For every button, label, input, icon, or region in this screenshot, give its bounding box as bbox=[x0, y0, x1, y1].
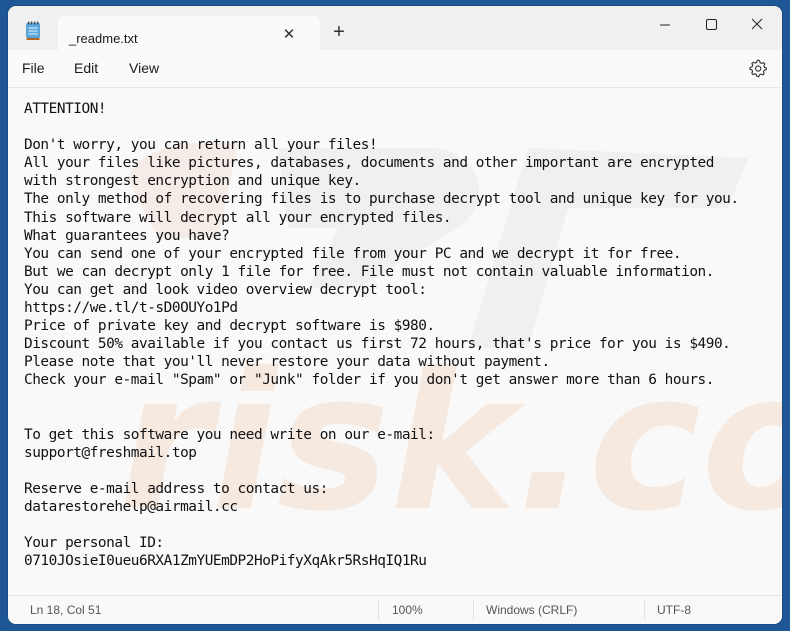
menu-edit[interactable]: Edit bbox=[74, 60, 98, 76]
line-ending[interactable]: Windows (CRLF) bbox=[486, 603, 577, 617]
status-divider bbox=[378, 600, 379, 620]
text-line: Price of private key and decrypt softwar… bbox=[24, 318, 435, 335]
zoom-level[interactable]: 100% bbox=[392, 603, 423, 617]
text-line: Discount 50% available if you contact us… bbox=[24, 336, 731, 353]
text-line: ATTENTION! bbox=[24, 101, 107, 117]
maximize-button[interactable] bbox=[688, 9, 734, 41]
menu-bar: File Edit View bbox=[8, 50, 782, 88]
document-text[interactable]: ATTENTION! Don't worry, you can return al… bbox=[24, 100, 739, 570]
text-line bbox=[24, 118, 739, 136]
close-icon bbox=[751, 18, 763, 30]
text-line: Please note that you'll never restore yo… bbox=[24, 354, 550, 371]
gear-icon[interactable] bbox=[748, 58, 768, 78]
title-bar[interactable]: _readme.txt ✕ + bbox=[8, 6, 782, 56]
close-window-button[interactable] bbox=[734, 9, 780, 41]
notepad-icon bbox=[26, 21, 40, 40]
text-editor[interactable]: risk.com ATTENTION!Don't worry, you can … bbox=[8, 88, 782, 595]
maximize-icon bbox=[706, 19, 717, 30]
text-line: This software will decrypt all your encr… bbox=[24, 209, 452, 226]
text-line: All your files like pictures, databases,… bbox=[24, 155, 714, 172]
status-divider bbox=[473, 600, 474, 620]
status-bar: Ln 18, Col 51 100% Windows (CRLF) UTF-8 bbox=[8, 595, 782, 624]
plus-icon: + bbox=[333, 21, 345, 43]
minimize-icon bbox=[660, 24, 670, 26]
text-line: Your personal ID: bbox=[24, 535, 164, 552]
text-line: The only method of recovering files is t… bbox=[24, 191, 739, 208]
menu-file[interactable]: File bbox=[22, 60, 45, 76]
text-line: support@freshmail.top bbox=[24, 444, 197, 461]
encoding[interactable]: UTF-8 bbox=[657, 603, 691, 617]
menu-view[interactable]: View bbox=[129, 60, 159, 76]
text-line: with strongest encryption and unique key… bbox=[24, 173, 361, 190]
tab-title: _readme.txt bbox=[69, 31, 138, 46]
text-line: To get this software you need write on o… bbox=[24, 426, 435, 443]
status-divider bbox=[644, 600, 645, 620]
text-line: datarestorehelp@airmail.cc bbox=[24, 499, 238, 516]
close-icon[interactable]: ✕ bbox=[280, 26, 298, 44]
text-line bbox=[24, 462, 739, 480]
text-line: You can get and look video overview decr… bbox=[24, 281, 427, 298]
text-line: Check your e-mail "Spam" or "Junk" folde… bbox=[24, 372, 714, 389]
text-line: But we can decrypt only 1 file for free.… bbox=[24, 263, 714, 280]
notepad-window: _readme.txt ✕ + File Edit View risk.c AT… bbox=[8, 6, 782, 624]
cursor-position: Ln 18, Col 51 bbox=[30, 603, 102, 617]
text-line: You can send one of your encrypted file … bbox=[24, 245, 682, 262]
text-line: https://we.tl/t-sD0OUYo1Pd bbox=[24, 300, 238, 317]
new-tab-button[interactable]: + bbox=[328, 22, 350, 44]
text-line bbox=[24, 516, 739, 534]
text-line: Reserve e-mail address to contact us: bbox=[24, 480, 328, 497]
text-line: What guarantees you have? bbox=[24, 227, 230, 244]
minimize-button[interactable] bbox=[642, 9, 688, 41]
text-line bbox=[24, 390, 739, 408]
text-line: 0710JOsieI0ueu6RXA1ZmYUEmDP2HoPifyXqAkr5… bbox=[24, 553, 427, 570]
text-line bbox=[24, 408, 739, 426]
text-line: Don't worry, you can return all your fil… bbox=[24, 137, 378, 154]
